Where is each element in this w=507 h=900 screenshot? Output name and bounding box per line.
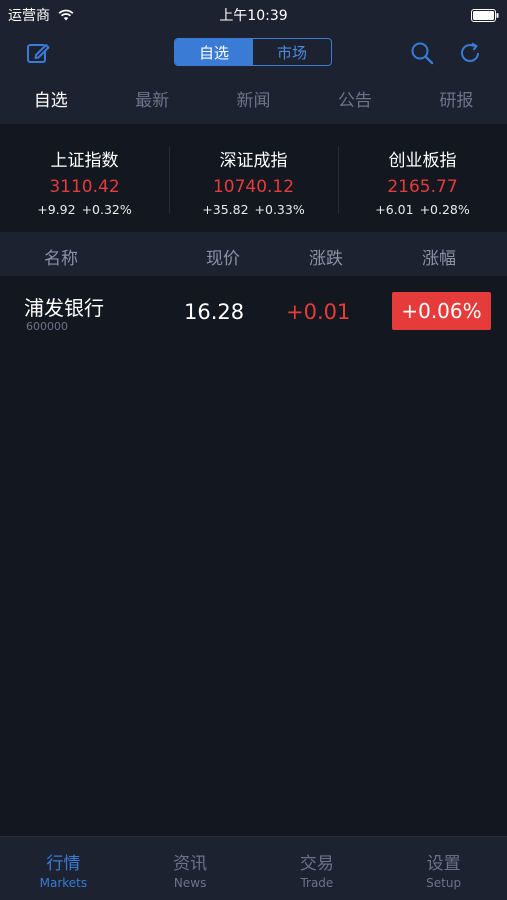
table-header: 名称 现价 涨跌 涨幅 xyxy=(0,232,507,276)
index-value: 10740.12 xyxy=(212,177,295,197)
index-change-row: +9.92 +0.32% xyxy=(0,202,169,217)
subtab-latest[interactable]: 最新 xyxy=(101,78,202,124)
edit-icon[interactable] xyxy=(26,41,50,69)
index-change-pct: +0.28% xyxy=(419,202,470,217)
tab-trade[interactable]: 交易 Trade xyxy=(254,837,381,900)
market-indices: 上证指数 3110.42 +9.92 +0.32% 深证成指 10740.12 +… xyxy=(0,124,507,232)
tab-sublabel: Trade xyxy=(300,876,334,890)
search-icon[interactable] xyxy=(410,41,434,69)
tab-setup[interactable]: 设置 Setup xyxy=(380,837,507,900)
tab-sublabel: Markets xyxy=(39,876,88,890)
tab-markets[interactable]: 行情 Markets xyxy=(0,837,127,900)
sub-tabs: 自选 最新 新闻 公告 研报 xyxy=(0,78,507,124)
stock-change-pct-badge[interactable]: +0.06% xyxy=(392,292,491,330)
header-change[interactable]: 涨跌 xyxy=(309,244,343,269)
stock-price: 16.28 xyxy=(184,300,245,324)
index-name: 创业板指 xyxy=(388,151,457,171)
index-change: +6.01 xyxy=(375,202,414,217)
refresh-icon[interactable] xyxy=(458,41,482,69)
index-change-row: +6.01 +0.28% xyxy=(338,202,507,217)
clock: 上午10:39 xyxy=(219,8,288,24)
index-name: 上证指数 xyxy=(50,151,119,171)
tab-sublabel: Setup xyxy=(426,876,462,890)
tab-news[interactable]: 资讯 News xyxy=(127,837,254,900)
index-value: 3110.42 xyxy=(49,177,120,197)
header-price[interactable]: 现价 xyxy=(206,244,240,269)
stock-change: +0.01 xyxy=(286,300,351,324)
tab-label: 资讯 xyxy=(173,854,208,874)
index-change-row: +35.82 +0.33% xyxy=(169,202,338,217)
subtab-announcements[interactable]: 公告 xyxy=(304,78,405,124)
index-card-shenzhen[interactable]: 深证成指 10740.12 +35.82 +0.33% xyxy=(169,124,338,232)
subtab-watchlist[interactable]: 自选 xyxy=(0,78,101,124)
segment-watchlist[interactable]: 自选 xyxy=(175,39,253,65)
header-change-pct[interactable]: 涨幅 xyxy=(422,244,456,269)
index-card-chinext[interactable]: 创业板指 2165.77 +6.01 +0.28% xyxy=(338,124,507,232)
index-value: 2165.77 xyxy=(387,177,458,197)
tab-label: 设置 xyxy=(426,854,461,874)
stock-code: 600000 xyxy=(26,320,68,333)
tab-bar: 行情 Markets 资讯 News 交易 Trade 设置 Setup xyxy=(0,836,507,900)
index-change-pct: +0.33% xyxy=(254,202,305,217)
status-bar: 运营商 上午10:39 xyxy=(0,0,507,28)
segmented-control: 自选 市场 xyxy=(174,38,332,66)
subtab-news[interactable]: 新闻 xyxy=(203,78,304,124)
index-name: 深证成指 xyxy=(219,151,288,171)
index-change: +35.82 xyxy=(202,202,249,217)
index-change-pct: +0.32% xyxy=(81,202,132,217)
segment-market[interactable]: 市场 xyxy=(253,39,331,65)
tab-sublabel: News xyxy=(173,876,207,890)
subtab-research[interactable]: 研报 xyxy=(406,78,507,124)
index-change: +9.92 xyxy=(37,202,76,217)
table-row[interactable]: 浦发银行 600000 16.28 +0.01 +0.06% xyxy=(0,276,507,348)
index-card-shanghai[interactable]: 上证指数 3110.42 +9.92 +0.32% xyxy=(0,124,169,232)
stock-name: 浦发银行 xyxy=(24,296,104,320)
battery-icon xyxy=(471,7,499,26)
header-name[interactable]: 名称 xyxy=(44,244,78,269)
tab-label: 交易 xyxy=(299,854,334,874)
nav-bar: 自选 市场 xyxy=(0,28,507,78)
tab-label: 行情 xyxy=(46,854,81,874)
